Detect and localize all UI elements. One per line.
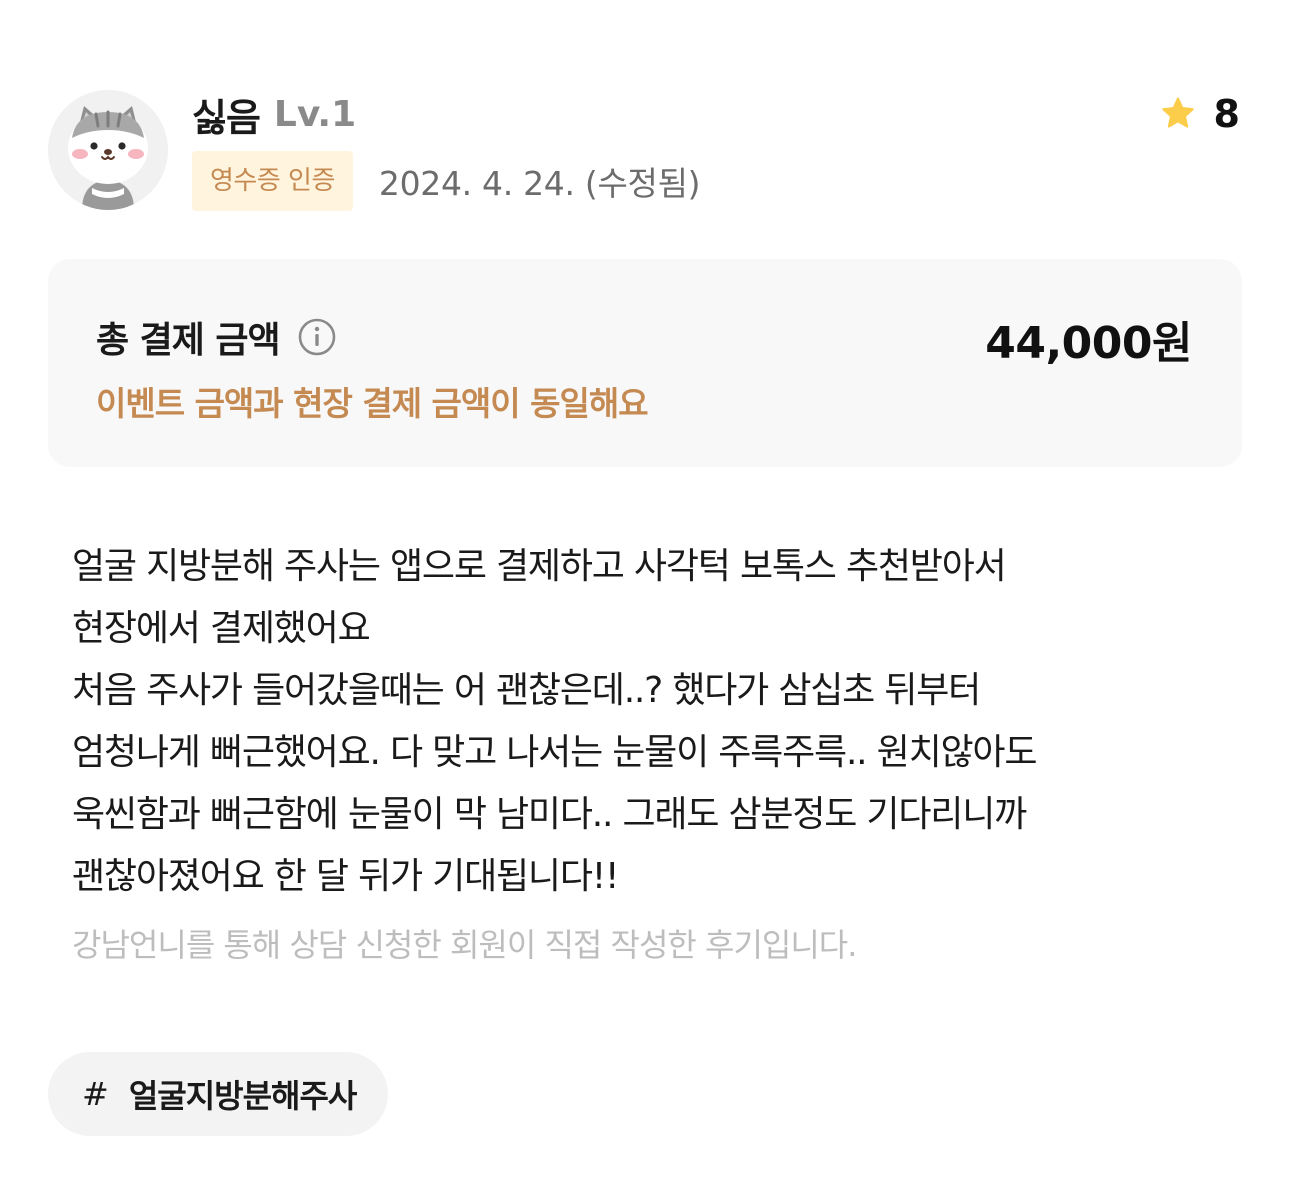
hashtag-chip[interactable]: # 얼굴지방분해주사 bbox=[48, 1052, 389, 1136]
review-line: 엄청나게 뻐근했어요. 다 맞고 나서는 눈물이 주륵주륵.. 원치않아도 bbox=[72, 732, 1037, 773]
info-icon[interactable] bbox=[298, 318, 336, 356]
author-name[interactable]: 싫음 bbox=[192, 87, 261, 142]
rating: 8 bbox=[1160, 92, 1240, 136]
review-line: 얼굴 지방분해 주사는 앱으로 결제하고 사각턱 보톡스 추천받아서 bbox=[72, 546, 1007, 587]
payment-summary: 총 결제 금액 44,000원 이벤트 금액과 현장 결제 금액이 동일해요 bbox=[48, 259, 1242, 467]
rating-value: 8 bbox=[1213, 92, 1240, 136]
payment-label-row: 총 결제 금액 bbox=[96, 311, 336, 363]
post-date: 2024. 4. 24. (수정됨) bbox=[378, 164, 701, 203]
receipt-verified-badge: 영수증 인증 bbox=[192, 151, 353, 211]
review-line: 괜찮아졌어요 한 달 뒤가 기대됩니다!! bbox=[72, 856, 619, 897]
review-text: 얼굴 지방분해 주사는 앱으로 결제하고 사각턱 보톡스 추천받아서 현장에서 … bbox=[72, 536, 1222, 908]
review-disclaimer: 강남언니를 통해 상담 신청한 회원이 직접 작성한 후기입니다. bbox=[72, 926, 857, 964]
hashtag-label: 얼굴지방분해주사 bbox=[128, 1077, 358, 1115]
review-line: 욱씬함과 뻐근함에 눈물이 막 남미다.. 그래도 삼분정도 기다리니까 bbox=[72, 794, 1027, 835]
payment-label: 총 결제 금액 bbox=[96, 320, 281, 361]
review-line: 현장에서 결제했어요 bbox=[72, 608, 371, 649]
cat-avatar-icon bbox=[48, 90, 168, 210]
review-line: 처음 주사가 들어갔을때는 어 괜찮은데..? 했다가 삼십초 뒤부터 bbox=[72, 670, 981, 711]
author-row: 싫음 Lv.1 bbox=[192, 88, 356, 140]
star-icon bbox=[1160, 97, 1196, 131]
hashtag-icon: # bbox=[82, 1075, 109, 1113]
payment-note: 이벤트 금액과 현장 결제 금액이 동일해요 bbox=[96, 384, 649, 423]
avatar[interactable] bbox=[48, 90, 168, 210]
author-level: Lv.1 bbox=[273, 93, 357, 135]
payment-amount: 44,000원 bbox=[985, 318, 1192, 369]
post-meta: 영수증 인증 2024. 4. 24. (수정됨) bbox=[192, 151, 701, 211]
